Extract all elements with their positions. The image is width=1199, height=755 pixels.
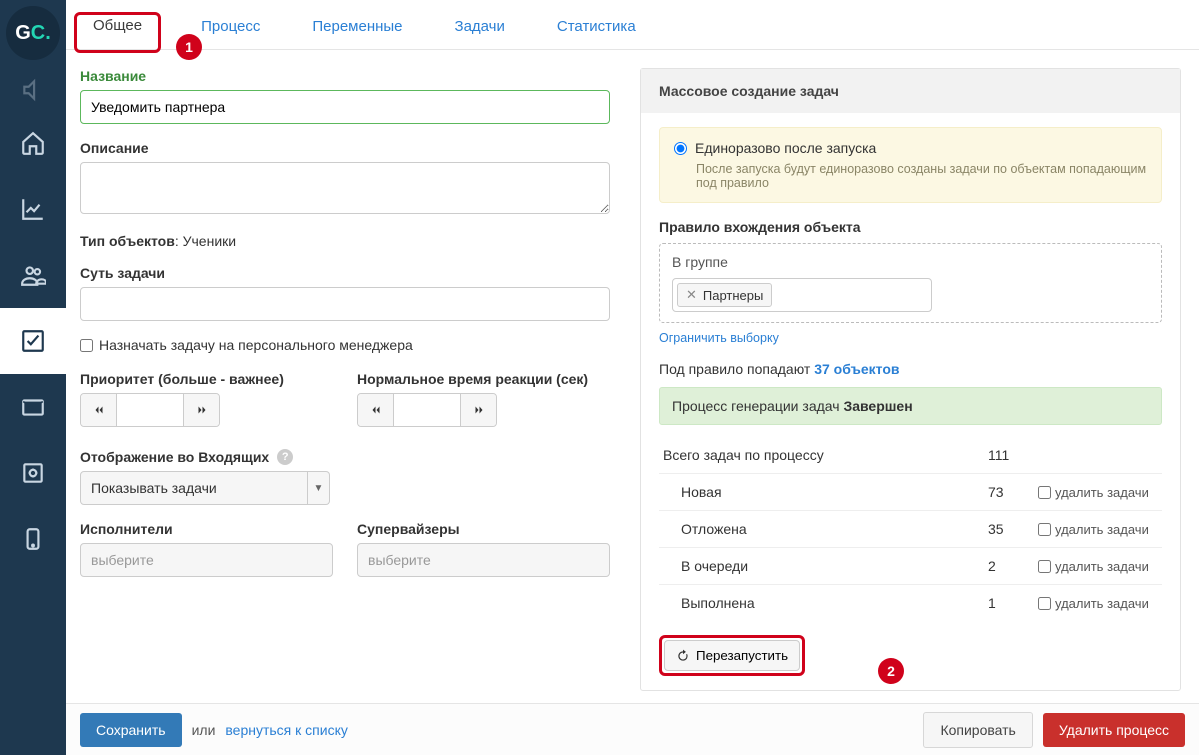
executors-input[interactable]: выберите xyxy=(80,543,333,577)
description-textarea[interactable] xyxy=(80,162,610,214)
row-new-del-checkbox[interactable] xyxy=(1038,486,1051,499)
rule-tag-input[interactable]: ✕ Партнеры xyxy=(672,278,932,312)
reaction-label: Нормальное время реакции (сек) xyxy=(357,371,610,387)
logo[interactable]: GC. xyxy=(6,6,60,60)
under-rule-prefix: Под правило попадают xyxy=(659,361,814,377)
row-done-num: 1 xyxy=(988,595,1038,611)
priority-value[interactable] xyxy=(117,394,183,426)
row-postponed-name: Отложена xyxy=(663,521,988,537)
row-done-name: Выполнена xyxy=(663,595,988,611)
supervisors-input[interactable]: выберите xyxy=(357,543,610,577)
logo-g: G xyxy=(15,22,31,45)
row-postponed-num: 35 xyxy=(988,521,1038,537)
rule-tag-text: Партнеры xyxy=(703,288,763,303)
task-subject-input[interactable] xyxy=(80,287,610,321)
chart-icon[interactable] xyxy=(0,176,66,242)
priority-stepper[interactable] xyxy=(80,393,220,427)
row-new-del-text: удалить задачи xyxy=(1055,485,1149,500)
task-subject-label: Суть задачи xyxy=(80,265,610,281)
inbox-display-label-text: Отображение во Входящих xyxy=(80,449,269,465)
reaction-stepper[interactable] xyxy=(357,393,497,427)
inbox-select-value[interactable]: Показывать задачи xyxy=(80,471,308,505)
priority-decr-icon[interactable] xyxy=(81,394,117,426)
row-postponed-del-checkbox[interactable] xyxy=(1038,523,1051,536)
name-label: Название xyxy=(80,68,610,84)
once-after-start-desc: После запуска будут единоразово созданы … xyxy=(696,162,1147,190)
limit-selection-link[interactable]: Ограничить выборку xyxy=(659,331,779,345)
row-done-del-text: удалить задачи xyxy=(1055,596,1149,611)
back-to-list-link[interactable]: вернуться к списку xyxy=(225,722,347,738)
supervisors-label: Супервайзеры xyxy=(357,521,610,537)
row-queue-del-checkbox[interactable] xyxy=(1038,560,1051,573)
home-icon[interactable] xyxy=(0,110,66,176)
help-icon[interactable]: ? xyxy=(277,449,293,465)
tab-variables[interactable]: Переменные xyxy=(306,16,408,49)
reaction-incr-icon[interactable] xyxy=(460,394,496,426)
mobile-icon[interactable] xyxy=(0,506,66,572)
object-type-label: Тип объектов xyxy=(80,233,175,249)
tab-general-highlight: Общее xyxy=(74,12,161,53)
once-after-start-radio[interactable] xyxy=(674,142,687,155)
reaction-decr-icon[interactable] xyxy=(358,394,394,426)
row-done-del-checkbox[interactable] xyxy=(1038,597,1051,610)
tab-process[interactable]: Процесс xyxy=(195,16,266,49)
reaction-value[interactable] xyxy=(394,394,460,426)
inbox-display-label: Отображение во Входящих ? xyxy=(80,449,610,465)
restart-button-text: Перезапустить xyxy=(696,648,788,663)
copy-button[interactable]: Копировать xyxy=(923,712,1032,748)
once-after-start-label: Единоразово после запуска xyxy=(695,140,876,156)
name-input[interactable] xyxy=(80,90,610,124)
tab-tasks[interactable]: Задачи xyxy=(449,16,511,49)
tab-statistics[interactable]: Статистика xyxy=(551,16,642,49)
row-postponed-del-text: удалить задачи xyxy=(1055,522,1149,537)
rule-tag[interactable]: ✕ Партнеры xyxy=(677,283,772,307)
chevron-down-icon[interactable]: ▼ xyxy=(308,471,330,505)
logo-c: C. xyxy=(31,22,51,45)
row-queue-num: 2 xyxy=(988,558,1038,574)
refresh-icon xyxy=(676,649,690,663)
priority-incr-icon[interactable] xyxy=(183,394,219,426)
row-queue-name: В очереди xyxy=(663,558,988,574)
mass-create-title: Массовое создание задач xyxy=(641,69,1180,113)
delete-process-button[interactable]: Удалить процесс xyxy=(1043,713,1185,747)
object-type-colon: : xyxy=(175,233,183,249)
restart-button[interactable]: Перезапустить xyxy=(664,640,800,671)
rule-box: В группе ✕ Партнеры xyxy=(659,243,1162,323)
row-new-num: 73 xyxy=(988,484,1038,500)
description-label: Описание xyxy=(80,140,610,156)
footer-or: или xyxy=(192,722,216,738)
gen-status-prefix: Процесс генерации задач xyxy=(672,398,843,414)
under-rule-count[interactable]: 37 объектов xyxy=(814,361,899,377)
total-label: Всего задач по процессу xyxy=(663,447,988,463)
users-icon[interactable] xyxy=(0,242,66,308)
priority-label: Приоритет (больше - важнее) xyxy=(80,371,333,387)
mail-icon[interactable] xyxy=(0,374,66,440)
executors-label: Исполнители xyxy=(80,521,333,537)
safe-icon[interactable] xyxy=(0,440,66,506)
rule-label: Правило вхождения объекта xyxy=(659,219,1162,235)
total-value: 111 xyxy=(988,447,1038,463)
assign-manager-label: Назначать задачу на персонального менедж… xyxy=(99,337,413,353)
row-new-name: Новая xyxy=(663,484,988,500)
object-type-value: Ученики xyxy=(183,233,236,249)
remove-tag-icon[interactable]: ✕ xyxy=(686,287,697,303)
row-queue-del-text: удалить задачи xyxy=(1055,559,1149,574)
gen-status: Завершен xyxy=(843,398,912,414)
sound-icon[interactable] xyxy=(0,70,66,110)
annotation-badge-2: 2 xyxy=(878,658,904,684)
tab-general[interactable]: Общее xyxy=(87,15,148,48)
tasks-icon[interactable] xyxy=(0,308,66,374)
assign-manager-checkbox[interactable] xyxy=(80,339,93,352)
rule-subtitle: В группе xyxy=(672,254,1149,270)
tabs: Общее Процесс Переменные Задачи Статисти… xyxy=(66,0,1199,50)
save-button[interactable]: Сохранить xyxy=(80,713,182,747)
